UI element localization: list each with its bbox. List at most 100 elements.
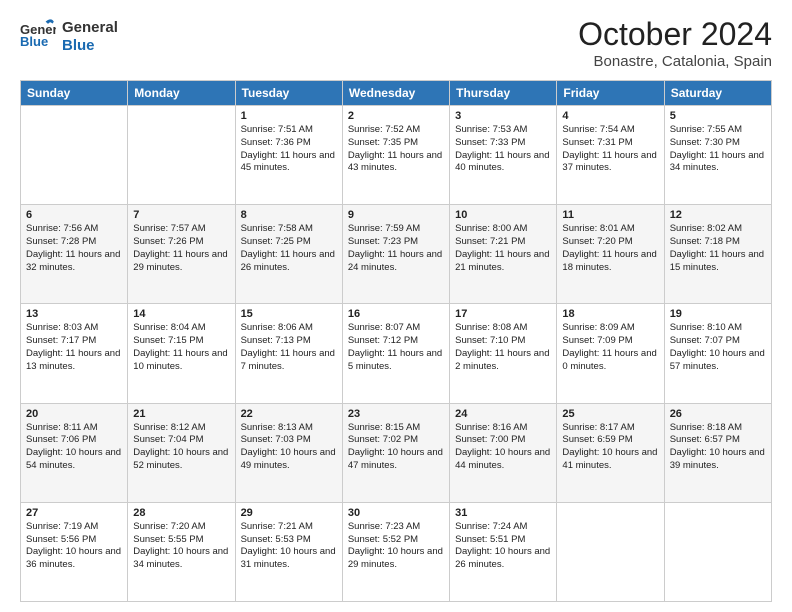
logo-icon: General Blue: [20, 16, 56, 52]
calendar-cell: 21 Sunrise: 8:12 AMSunset: 7:04 PMDayligh…: [128, 403, 235, 502]
day-number: 22: [241, 408, 337, 420]
calendar-cell: 25Sunrise: 8:17 AMSunset: 6:59 PMDayligh…: [557, 403, 664, 502]
weekday-header-sunday: Sunday: [21, 81, 128, 106]
calendar-table: SundayMondayTuesdayWednesdayThursdayFrid…: [20, 80, 772, 602]
calendar-cell: 20 Sunrise: 8:11 AMSunset: 7:06 PMDayligh…: [21, 403, 128, 502]
cell-details: Sunrise: 8:16 AMSunset: 7:00 PMDaylight:…: [455, 422, 551, 473]
day-number: 30: [348, 507, 444, 519]
day-number: 8: [241, 209, 337, 221]
day-number: 15: [241, 308, 337, 320]
day-number: 20: [26, 408, 122, 420]
cell-details: Sunrise: 7:59 AMSunset: 7:23 PMDaylight:…: [348, 223, 444, 274]
day-number: 18: [562, 308, 658, 320]
calendar-cell: 30 Sunrise: 7:23 AMSunset: 5:52 PMDayligh…: [342, 502, 449, 601]
cell-details: Sunrise: 8:09 AMSunset: 7:09 PMDaylight:…: [562, 322, 658, 373]
cell-details: Sunrise: 8:17 AMSunset: 6:59 PMDaylight:…: [562, 422, 658, 473]
calendar-cell: 18 Sunrise: 8:09 AMSunset: 7:09 PMDayligh…: [557, 304, 664, 403]
cell-details: Sunrise: 8:02 AMSunset: 7:18 PMDaylight:…: [670, 223, 766, 274]
cell-details: Sunrise: 7:56 AMSunset: 7:28 PMDaylight:…: [26, 223, 122, 274]
calendar-cell: 10 Sunrise: 8:00 AMSunset: 7:21 PMDayligh…: [450, 205, 557, 304]
cell-details: Sunrise: 7:20 AMSunset: 5:55 PMDaylight:…: [133, 521, 229, 572]
day-number: 16: [348, 308, 444, 320]
day-number: 5: [670, 110, 766, 122]
day-number: 1: [241, 110, 337, 122]
day-number: 6: [26, 209, 122, 221]
calendar-cell: 3Sunrise: 7:53 AMSunset: 7:33 PMDaylight…: [450, 106, 557, 205]
logo: General Blue General Blue: [20, 16, 118, 57]
day-number: 10: [455, 209, 551, 221]
logo-text-line1: General: [62, 19, 118, 37]
cell-details: Sunrise: 7:55 AMSunset: 7:30 PMDaylight:…: [670, 124, 766, 175]
calendar-cell: 22 Sunrise: 8:13 AMSunset: 7:03 PMDayligh…: [235, 403, 342, 502]
cell-details: Sunrise: 8:10 AMSunset: 7:07 PMDaylight:…: [670, 322, 766, 373]
cell-details: Sunrise: 7:23 AMSunset: 5:52 PMDaylight:…: [348, 521, 444, 572]
calendar-cell: 19 Sunrise: 8:10 AMSunset: 7:07 PMDayligh…: [664, 304, 771, 403]
day-number: 12: [670, 209, 766, 221]
day-number: 4: [562, 110, 658, 122]
calendar-cell: 7Sunrise: 7:57 AMSunset: 7:26 PMDaylight…: [128, 205, 235, 304]
calendar-cell: 14 Sunrise: 8:04 AMSunset: 7:15 PMDayligh…: [128, 304, 235, 403]
calendar-cell: 17 Sunrise: 8:08 AMSunset: 7:10 PMDayligh…: [450, 304, 557, 403]
cell-details: Sunrise: 8:18 AMSunset: 6:57 PMDaylight:…: [670, 422, 766, 473]
cell-details: Sunrise: 8:01 AMSunset: 7:20 PMDaylight:…: [562, 223, 658, 274]
cell-details: Sunrise: 8:04 AMSunset: 7:15 PMDaylight:…: [133, 322, 229, 373]
weekday-header-friday: Friday: [557, 81, 664, 106]
svg-text:Blue: Blue: [20, 34, 48, 49]
day-number: 17: [455, 308, 551, 320]
day-number: 23: [348, 408, 444, 420]
day-number: 14: [133, 308, 229, 320]
calendar-cell: 13 Sunrise: 8:03 AMSunset: 7:17 PMDayligh…: [21, 304, 128, 403]
day-number: 2: [348, 110, 444, 122]
calendar-cell: 2 Sunrise: 7:52 AMSunset: 7:35 PMDaylight…: [342, 106, 449, 205]
logo-text-line2: Blue: [62, 37, 118, 55]
calendar-cell: 31 Sunrise: 7:24 AMSunset: 5:51 PMDayligh…: [450, 502, 557, 601]
calendar-cell: 29 Sunrise: 7:21 AMSunset: 5:53 PMDayligh…: [235, 502, 342, 601]
calendar-cell: 4 Sunrise: 7:54 AMSunset: 7:31 PMDaylight…: [557, 106, 664, 205]
location: Bonastre, Catalonia, Spain: [578, 53, 772, 70]
calendar-cell: 24 Sunrise: 8:16 AMSunset: 7:00 PMDayligh…: [450, 403, 557, 502]
cell-details: Sunrise: 8:00 AMSunset: 7:21 PMDaylight:…: [455, 223, 551, 274]
calendar-cell: 11Sunrise: 8:01 AMSunset: 7:20 PMDayligh…: [557, 205, 664, 304]
weekday-header-wednesday: Wednesday: [342, 81, 449, 106]
cell-details: Sunrise: 7:24 AMSunset: 5:51 PMDaylight:…: [455, 521, 551, 572]
weekday-header-monday: Monday: [128, 81, 235, 106]
calendar-cell: 28 Sunrise: 7:20 AMSunset: 5:55 PMDayligh…: [128, 502, 235, 601]
day-number: 24: [455, 408, 551, 420]
cell-details: Sunrise: 7:54 AMSunset: 7:31 PMDaylight:…: [562, 124, 658, 175]
cell-details: Sunrise: 8:08 AMSunset: 7:10 PMDaylight:…: [455, 322, 551, 373]
calendar-cell: 8Sunrise: 7:58 AMSunset: 7:25 PMDaylight…: [235, 205, 342, 304]
cell-details: Sunrise: 8:15 AMSunset: 7:02 PMDaylight:…: [348, 422, 444, 473]
cell-details: Sunrise: 7:53 AMSunset: 7:33 PMDaylight:…: [455, 124, 551, 175]
calendar-cell: 15 Sunrise: 8:06 AMSunset: 7:13 PMDayligh…: [235, 304, 342, 403]
weekday-header-thursday: Thursday: [450, 81, 557, 106]
calendar-cell: [664, 502, 771, 601]
cell-details: Sunrise: 7:19 AMSunset: 5:56 PMDaylight:…: [26, 521, 122, 572]
day-number: 13: [26, 308, 122, 320]
cell-details: Sunrise: 7:52 AMSunset: 7:35 PMDaylight:…: [348, 124, 444, 175]
day-number: 26: [670, 408, 766, 420]
day-number: 31: [455, 507, 551, 519]
day-number: 19: [670, 308, 766, 320]
cell-details: Sunrise: 8:13 AMSunset: 7:03 PMDaylight:…: [241, 422, 337, 473]
cell-details: Sunrise: 7:21 AMSunset: 5:53 PMDaylight:…: [241, 521, 337, 572]
cell-details: Sunrise: 8:06 AMSunset: 7:13 PMDaylight:…: [241, 322, 337, 373]
calendar-cell: 23 Sunrise: 8:15 AMSunset: 7:02 PMDayligh…: [342, 403, 449, 502]
cell-details: Sunrise: 8:03 AMSunset: 7:17 PMDaylight:…: [26, 322, 122, 373]
calendar-cell: 27 Sunrise: 7:19 AMSunset: 5:56 PMDayligh…: [21, 502, 128, 601]
day-number: 29: [241, 507, 337, 519]
day-number: 9: [348, 209, 444, 221]
month-title: October 2024: [578, 16, 772, 53]
cell-details: Sunrise: 8:07 AMSunset: 7:12 PMDaylight:…: [348, 322, 444, 373]
calendar-cell: 1Sunrise: 7:51 AMSunset: 7:36 PMDaylight…: [235, 106, 342, 205]
calendar-cell: 12 Sunrise: 8:02 AMSunset: 7:18 PMDayligh…: [664, 205, 771, 304]
weekday-header-saturday: Saturday: [664, 81, 771, 106]
day-number: 28: [133, 507, 229, 519]
cell-details: Sunrise: 8:12 AMSunset: 7:04 PMDaylight:…: [133, 422, 229, 473]
cell-details: Sunrise: 7:57 AMSunset: 7:26 PMDaylight:…: [133, 223, 229, 274]
title-block: October 2024 Bonastre, Catalonia, Spain: [578, 16, 772, 70]
cell-details: Sunrise: 8:11 AMSunset: 7:06 PMDaylight:…: [26, 422, 122, 473]
day-number: 21: [133, 408, 229, 420]
calendar-cell: [128, 106, 235, 205]
calendar-cell: 6 Sunrise: 7:56 AMSunset: 7:28 PMDaylight…: [21, 205, 128, 304]
day-number: 27: [26, 507, 122, 519]
